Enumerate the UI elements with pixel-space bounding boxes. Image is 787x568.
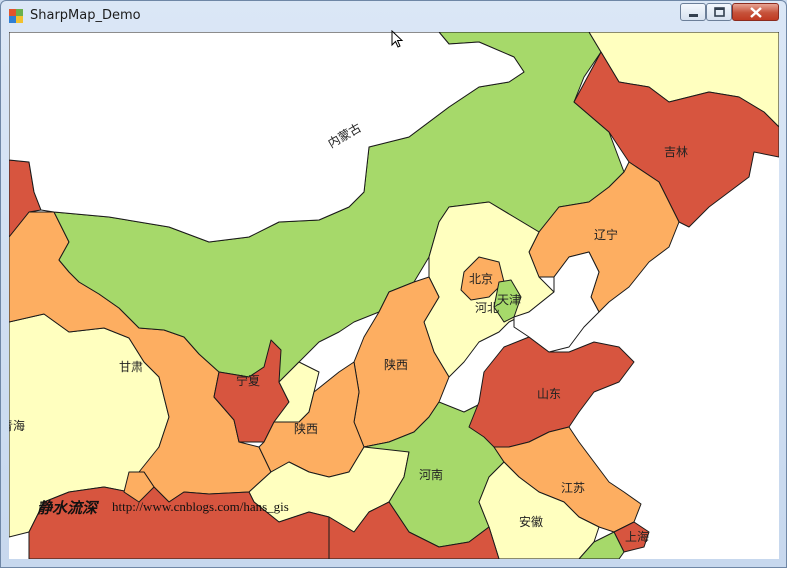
label-anhui: 安徽 — [519, 514, 543, 529]
label-shanghai: 上海 — [625, 529, 649, 544]
minimize-button[interactable] — [680, 3, 706, 21]
minimize-icon — [689, 14, 698, 17]
label-tianjin: 天津 — [497, 293, 521, 307]
label-qinghai: 青海 — [9, 418, 25, 433]
label-gansu: 甘肃 — [119, 360, 143, 374]
label-jiangsu: 江苏 — [561, 481, 585, 495]
label-shaanxi-a: 陕西 — [384, 357, 408, 372]
title-bar[interactable]: SharpMap_Demo — [1, 1, 786, 32]
label-beijing: 北京 — [469, 272, 493, 286]
app-icon — [9, 9, 23, 23]
label-ningxia: 宁夏 — [236, 373, 260, 388]
watermark-url: http://www.cnblogs.com/hans_gis — [112, 499, 289, 514]
mouse-cursor-icon — [391, 30, 404, 48]
maximize-icon — [714, 7, 725, 17]
watermark-author: 静水流深 — [37, 499, 98, 517]
maximize-button[interactable] — [706, 3, 732, 21]
province-map: 内蒙古 吉林 辽宁 北京 天津 河北 甘肃 宁夏 陕西 陕西 青海 山东 河南 … — [9, 32, 779, 559]
map-canvas[interactable]: 内蒙古 吉林 辽宁 北京 天津 河北 甘肃 宁夏 陕西 陕西 青海 山东 河南 … — [9, 32, 779, 559]
label-liaoning: 辽宁 — [594, 227, 618, 242]
label-jilin: 吉林 — [664, 145, 688, 159]
close-button[interactable] — [732, 3, 779, 21]
close-icon — [750, 7, 762, 18]
window-title: SharpMap_Demo — [30, 8, 141, 23]
label-shandong: 山东 — [537, 387, 561, 401]
label-henan: 河南 — [419, 467, 443, 482]
label-shaanxi-b: 陕西 — [294, 421, 318, 436]
label-hebei: 河北 — [475, 301, 499, 315]
app-window: SharpMap_Demo 内蒙古 吉林 辽宁 北京 天津 河北 甘肃 宁夏 陕… — [0, 0, 787, 568]
